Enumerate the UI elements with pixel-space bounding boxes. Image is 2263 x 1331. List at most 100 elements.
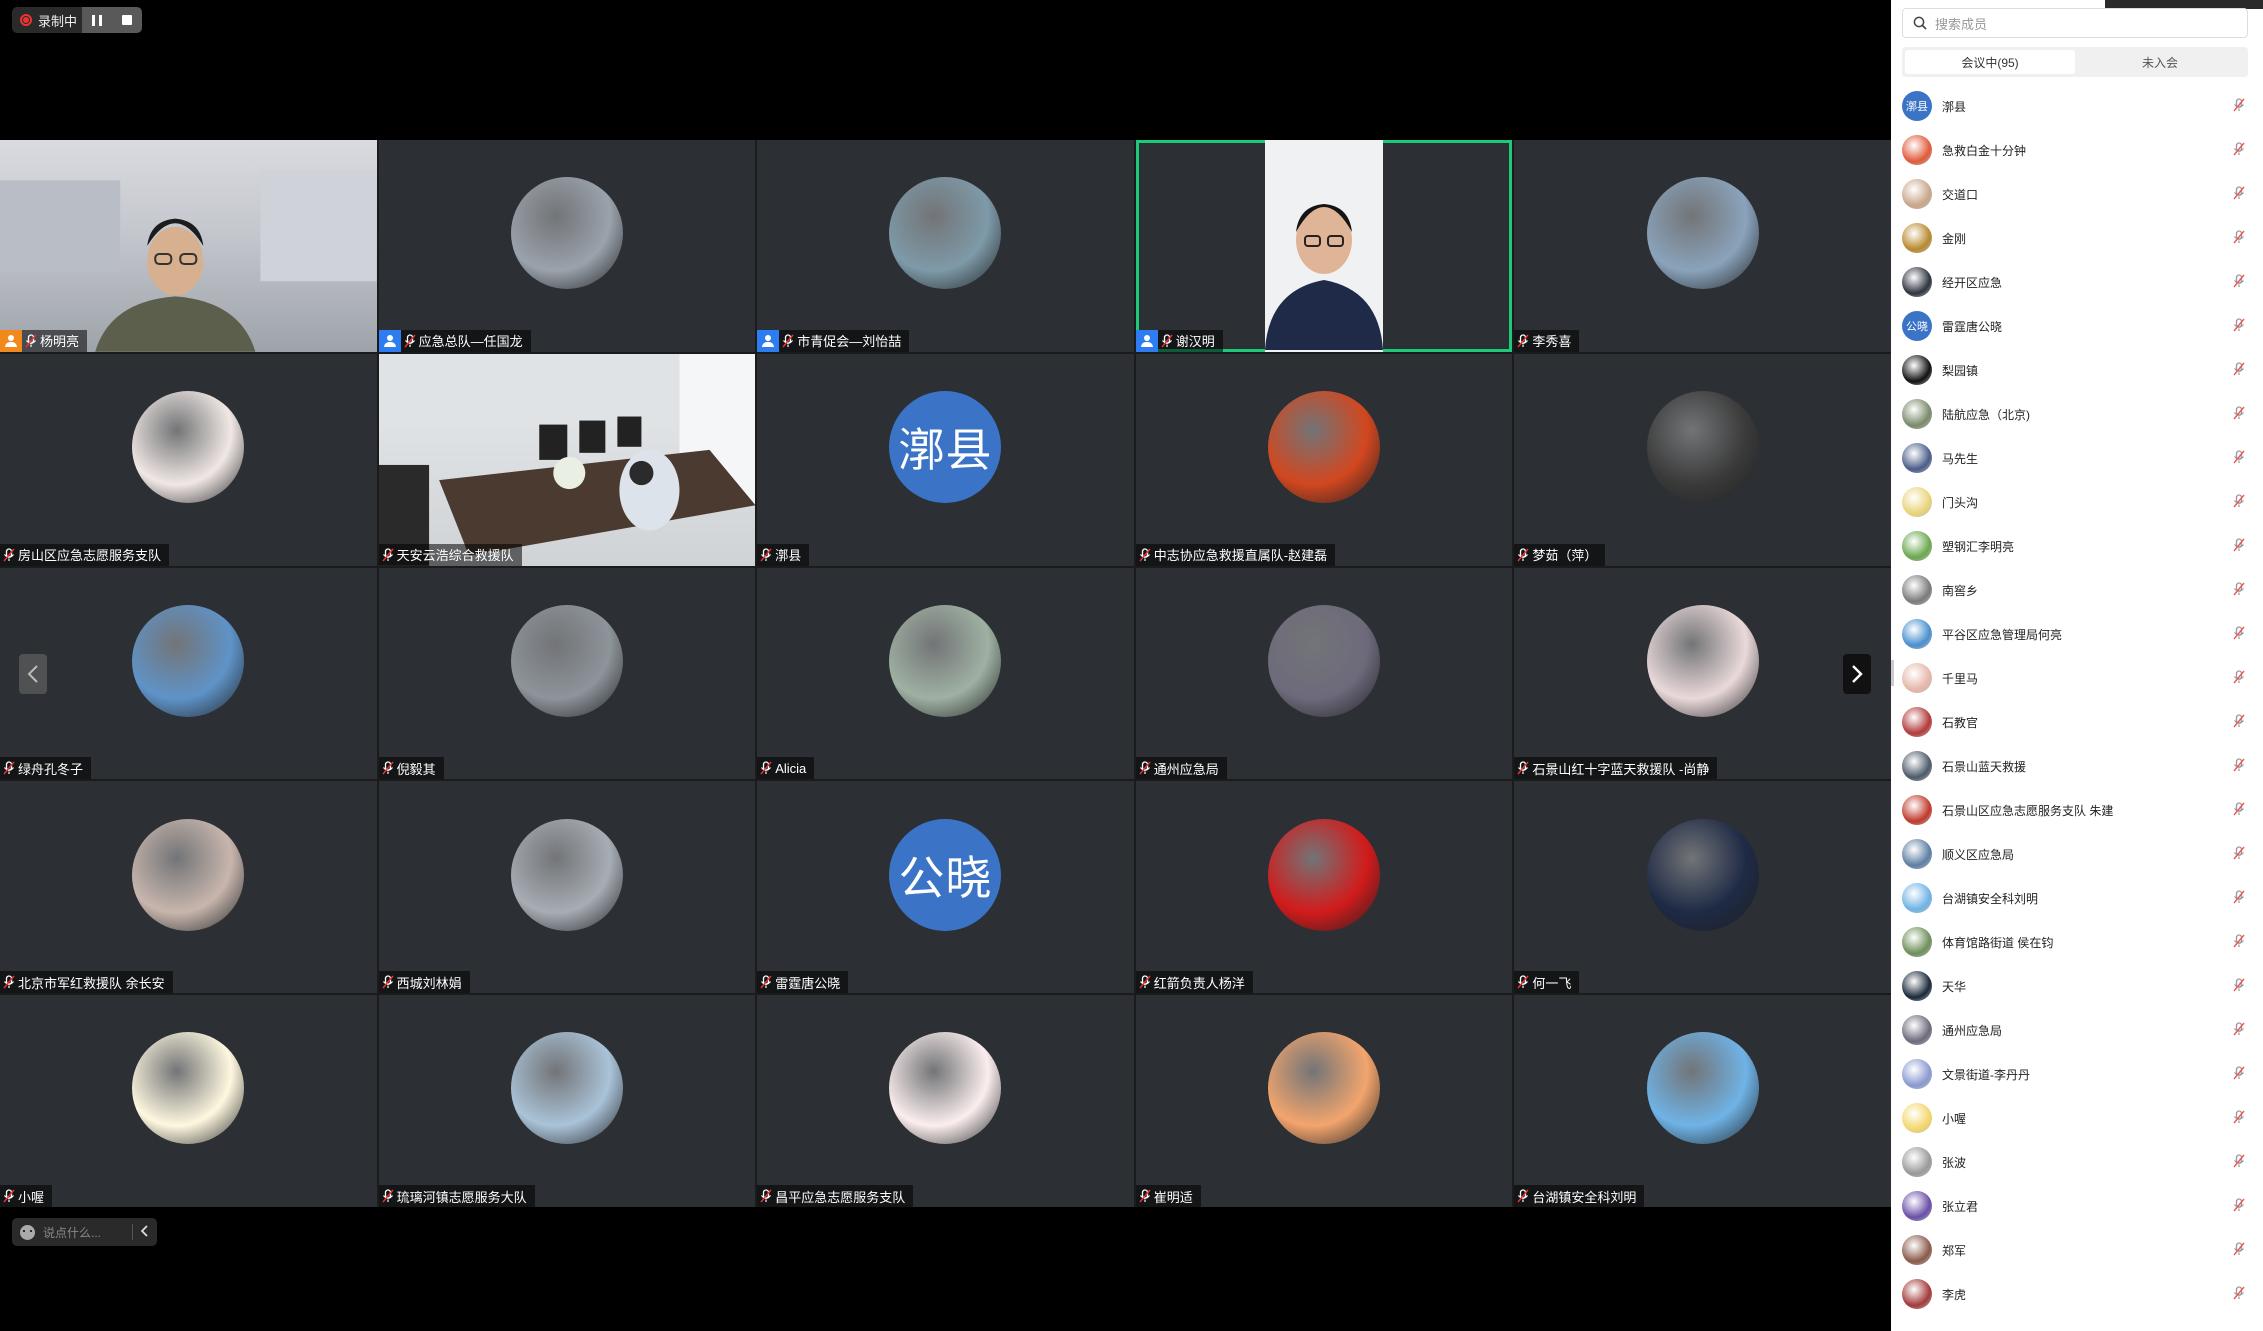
participant-tile[interactable]: 房山区应急志愿服务支队 (0, 353, 377, 566)
member-item[interactable]: 交道口 (1891, 172, 2263, 216)
mic-muted-icon[interactable] (2233, 1242, 2245, 1261)
mic-muted-icon[interactable] (2233, 274, 2245, 293)
participant-tile[interactable]: 石景山红十字蓝天救援队 -尚静 (1514, 567, 1891, 780)
participant-tile[interactable]: 北京市军红救援队 余长安 (0, 781, 377, 994)
video-feed (0, 140, 377, 352)
mic-muted-icon[interactable] (2233, 230, 2245, 249)
participant-tile[interactable]: 小喔 (0, 995, 377, 1207)
next-page-button[interactable] (1843, 654, 1871, 694)
pause-icon[interactable] (92, 14, 102, 26)
member-item[interactable]: 张波 (1891, 1140, 2263, 1184)
member-item[interactable]: 南窖乡 (1891, 568, 2263, 612)
participant-tile[interactable]: Alicia (757, 567, 1134, 780)
avatar (510, 604, 623, 717)
participant-tile[interactable]: 市青促会—刘怡喆 (757, 140, 1134, 352)
participant-tile[interactable]: 红箭负责人杨洋 (1135, 781, 1513, 994)
participant-tile[interactable]: 何一飞 (1514, 781, 1891, 994)
member-avatar (1902, 443, 1932, 473)
participant-tile[interactable]: 昌平应急志愿服务支队 (757, 995, 1134, 1207)
mic-muted-icon[interactable] (2233, 758, 2245, 777)
member-item[interactable]: 张立君 (1891, 1184, 2263, 1228)
member-name: 小喔 (1942, 1111, 1967, 1126)
prev-page-button[interactable] (19, 654, 47, 694)
mic-muted-icon[interactable] (2233, 978, 2245, 997)
participant-tile[interactable]: 通州应急局 (1135, 567, 1513, 780)
participant-tile[interactable]: 天安云浩综合救援队 (378, 353, 756, 566)
member-item[interactable]: 石景山区应急志愿服务支队 朱建 (1891, 788, 2263, 832)
member-item[interactable]: 漷县 漷县 (1891, 84, 2263, 128)
chat-placeholder[interactable]: 说点什么... (43, 1224, 101, 1241)
member-item[interactable]: 金刚 (1891, 216, 2263, 260)
mic-muted-icon[interactable] (2233, 582, 2245, 601)
participant-tile[interactable]: 谢汉明 (1135, 140, 1513, 352)
member-item[interactable]: 小喔 (1891, 1096, 2263, 1140)
member-item[interactable]: 千里马 (1891, 656, 2263, 700)
member-item[interactable]: 塑钢汇李明亮 (1891, 524, 2263, 568)
member-item[interactable]: 急救白金十分钟 (1891, 128, 2263, 172)
mic-muted-icon[interactable] (2233, 802, 2245, 821)
mic-muted-icon[interactable] (2233, 494, 2245, 513)
mic-muted-icon[interactable] (2233, 142, 2245, 161)
chat-input-bar[interactable]: 说点什么... (12, 1218, 157, 1246)
mic-muted-icon[interactable] (2233, 1066, 2245, 1085)
member-search-input[interactable]: 搜索成员 (1902, 8, 2248, 38)
participant-tile[interactable]: 梦茹（萍） (1514, 353, 1891, 566)
emoji-icon[interactable] (20, 1224, 35, 1240)
member-item[interactable]: 经开区应急 (1891, 260, 2263, 304)
member-item[interactable]: 文景街道-李丹丹 (1891, 1052, 2263, 1096)
member-item[interactable]: 体育馆路街道 侯在钧 (1891, 920, 2263, 964)
mic-muted-icon[interactable] (2233, 362, 2245, 381)
member-item[interactable]: 石景山蓝天救援 (1891, 744, 2263, 788)
participant-tile[interactable]: 西城刘林娟 (378, 781, 756, 994)
avatar (1646, 177, 1759, 290)
participant-tile[interactable]: 琉璃河镇志愿服务大队 (378, 995, 756, 1207)
mic-muted-icon[interactable] (2233, 186, 2245, 205)
mic-muted-icon[interactable] (2233, 670, 2245, 689)
mic-muted-icon[interactable] (2233, 846, 2245, 865)
member-item[interactable]: 天华 (1891, 964, 2263, 1008)
mic-muted-icon[interactable] (2233, 1198, 2245, 1217)
member-item[interactable]: 门头沟 (1891, 480, 2263, 524)
member-item[interactable]: 台湖镇安全科刘明 (1891, 876, 2263, 920)
member-item[interactable]: 李虎 (1891, 1272, 2263, 1316)
mic-muted-icon[interactable] (2233, 714, 2245, 733)
member-item[interactable]: 顺义区应急局 (1891, 832, 2263, 876)
tab-not-joined[interactable]: 未入会 (2075, 50, 2245, 74)
participant-tile[interactable]: 应急总队—任国龙 (378, 140, 756, 352)
participant-tile[interactable]: 李秀喜 (1514, 140, 1891, 352)
mic-muted-icon[interactable] (2233, 1286, 2245, 1305)
member-item[interactable]: 陆航应急（北京) (1891, 392, 2263, 436)
mic-muted-icon[interactable] (2233, 318, 2245, 337)
member-item[interactable]: 平谷区应急管理局何亮 (1891, 612, 2263, 656)
participant-name-bar: 何一飞 (1514, 971, 1580, 994)
avatar (132, 390, 245, 503)
member-item[interactable]: 梨园镇 (1891, 348, 2263, 392)
participant-tile[interactable]: 绿舟孔冬子 (0, 567, 377, 780)
stop-icon[interactable] (122, 15, 132, 25)
collapse-button[interactable] (133, 1224, 157, 1240)
member-item[interactable]: 郑军 (1891, 1228, 2263, 1272)
participant-tile[interactable]: 中志协应急救援直属队-赵建磊 (1135, 353, 1513, 566)
participant-tile[interactable]: 台湖镇安全科刘明 (1514, 995, 1891, 1207)
participant-tile[interactable]: 杨明亮 (0, 140, 377, 352)
member-name: 经开区应急 (1942, 275, 2003, 290)
mic-muted-icon[interactable] (2233, 934, 2245, 953)
mic-muted-icon[interactable] (2233, 538, 2245, 557)
member-item[interactable]: 石教官 (1891, 700, 2263, 744)
member-item[interactable]: 通州应急局 (1891, 1008, 2263, 1052)
mic-muted-icon[interactable] (2233, 626, 2245, 645)
mic-muted-icon[interactable] (2233, 1022, 2245, 1041)
member-item[interactable]: 公晓 雷霆唐公晓 (1891, 304, 2263, 348)
participant-tile[interactable]: 漷县 漷县 (757, 353, 1134, 566)
participant-tile[interactable]: 公晓 雷霆唐公晓 (757, 781, 1134, 994)
mic-muted-icon[interactable] (2233, 98, 2245, 117)
mic-muted-icon[interactable] (2233, 1110, 2245, 1129)
mic-muted-icon[interactable] (2233, 406, 2245, 425)
mic-muted-icon[interactable] (2233, 1154, 2245, 1173)
participant-tile[interactable]: 崔明适 (1135, 995, 1513, 1207)
mic-muted-icon[interactable] (2233, 450, 2245, 469)
member-item[interactable]: 马先生 (1891, 436, 2263, 480)
participant-tile[interactable]: 倪毅其 (378, 567, 756, 780)
tab-in-meeting[interactable]: 会议中(95) (1905, 50, 2075, 74)
mic-muted-icon[interactable] (2233, 890, 2245, 909)
